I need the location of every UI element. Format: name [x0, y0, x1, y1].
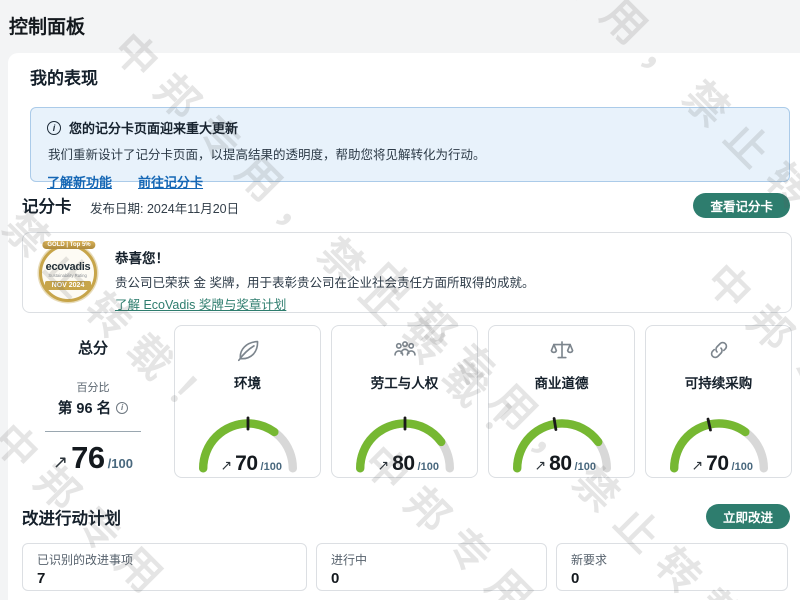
category-card-environment: 环境 ↗ 70 /100: [174, 325, 321, 478]
category-score: 70: [235, 452, 257, 476]
category-score: 80: [549, 452, 571, 476]
category-label: 环境: [175, 372, 320, 392]
stat-value: 0: [571, 570, 773, 587]
medal-program-link[interactable]: 了解 EcoVadis 奖牌与奖章计划: [115, 294, 286, 313]
congrats-title: 恭喜您！: [115, 247, 534, 267]
percentile-rank: 第 96 名: [58, 397, 111, 418]
content-panel: 我的表现 i 您的记分卡页面迎来重大更新 我们重新设计了记分卡页面，以提高结果的…: [8, 53, 800, 600]
gauge-labor: ↗ 80 /100: [349, 414, 461, 476]
category-card-business-ethics: 商业道德 ↗ 80 /100: [488, 325, 635, 478]
section-title-my-performance: 我的表现: [30, 64, 98, 89]
medal-tier-label: GOLD | Top 5%: [42, 241, 95, 249]
scorecard-update-banner: i 您的记分卡页面迎来重大更新 我们重新设计了记分卡页面，以提高结果的透明度，帮…: [30, 107, 790, 182]
category-label: 可持续采购: [646, 372, 791, 392]
banner-title: 您的记分卡页面迎来重大更新: [69, 118, 238, 137]
go-to-scorecard-link[interactable]: 前往记分卡: [138, 172, 203, 191]
trend-up-icon: ↗: [534, 457, 546, 474]
stat-label: 进行中: [331, 551, 532, 568]
category-score-max: /100: [261, 461, 282, 473]
overall-score-max: /100: [108, 456, 133, 471]
link-icon: [706, 337, 732, 363]
gauge-benchmark-tick: [554, 418, 556, 429]
stat-value: 7: [37, 570, 292, 587]
overall-score-block: 总分 百分比 第 96 名 i ↗ 76 /100: [22, 325, 164, 478]
category-label: 劳工与人权: [332, 372, 477, 392]
stat-card-identified-improvements: 已识别的改进事项 7: [22, 543, 307, 591]
divider: [45, 431, 141, 432]
gauge-ethics: ↗ 80 /100: [506, 414, 618, 476]
gauge-procurement: ↗ 70 /100: [663, 414, 775, 476]
trend-up-icon: ↗: [53, 452, 68, 473]
trend-up-icon: ↗: [377, 457, 389, 474]
congrats-body: 贵公司已荣获 金 奖牌，用于表彰贵公司在企业社会责任方面所取得的成就。: [115, 272, 534, 291]
scales-icon: [549, 337, 575, 363]
leaf-icon: [235, 337, 261, 363]
improve-now-button[interactable]: 立即改进: [706, 504, 790, 529]
medal-date-label: NOV 2024: [45, 281, 92, 290]
section-title-scorecard: 记分卡: [22, 193, 72, 217]
medal-subtitle-label: Sustainability Rating: [49, 273, 88, 278]
page-title: 控制面板: [9, 12, 85, 39]
ecovadis-gold-medal-badge: GOLD | Top 5% ecovadis Sustainability Ra…: [37, 242, 101, 306]
category-score: 80: [392, 452, 414, 476]
stat-label: 新要求: [571, 551, 773, 568]
category-score: 70: [706, 452, 728, 476]
category-card-labor-human-rights: 劳工与人权 ↗ 80 /100: [331, 325, 478, 478]
view-scorecard-button[interactable]: 查看记分卡: [693, 193, 790, 218]
medal-card: GOLD | Top 5% ecovadis Sustainability Ra…: [22, 232, 792, 313]
stat-card-new-requirements: 新要求 0: [556, 543, 788, 591]
category-score-max: /100: [418, 461, 439, 473]
info-icon: i: [47, 121, 61, 135]
improvement-stats-row: 已识别的改进事项 7 进行中 0 新要求 0: [22, 543, 788, 591]
overall-score-number: 76: [71, 440, 104, 476]
percentile-label: 百分比: [22, 379, 164, 395]
trend-up-icon: ↗: [691, 457, 703, 474]
people-icon: [392, 337, 418, 363]
stat-label: 已识别的改进事项: [37, 551, 292, 568]
category-label: 商业道德: [489, 372, 634, 392]
score-row: 总分 百分比 第 96 名 i ↗ 76 /100 环境: [22, 325, 792, 478]
trend-up-icon: ↗: [220, 457, 232, 474]
scorecard-publish-date: 发布日期: 2024年11月20日: [90, 198, 239, 217]
category-score-max: /100: [732, 461, 753, 473]
category-card-sustainable-procurement: 可持续采购 ↗ 70 /100: [645, 325, 792, 478]
percentile-info-icon[interactable]: i: [116, 402, 128, 414]
overall-score-value: ↗ 76 /100: [22, 440, 164, 476]
stat-value: 0: [331, 570, 532, 587]
overall-score-label: 总分: [22, 337, 164, 358]
gauge-environment: ↗ 70 /100: [192, 414, 304, 476]
stat-card-in-progress: 进行中 0: [316, 543, 547, 591]
banner-body: 我们重新设计了记分卡页面，以提高结果的透明度，帮助您将见解转化为行动。: [48, 144, 773, 163]
medal-brand-label: ecovadis: [46, 261, 91, 273]
learn-new-features-link[interactable]: 了解新功能: [47, 172, 112, 191]
category-score-max: /100: [575, 461, 596, 473]
section-title-improvement-plan: 改进行动计划: [22, 505, 121, 529]
